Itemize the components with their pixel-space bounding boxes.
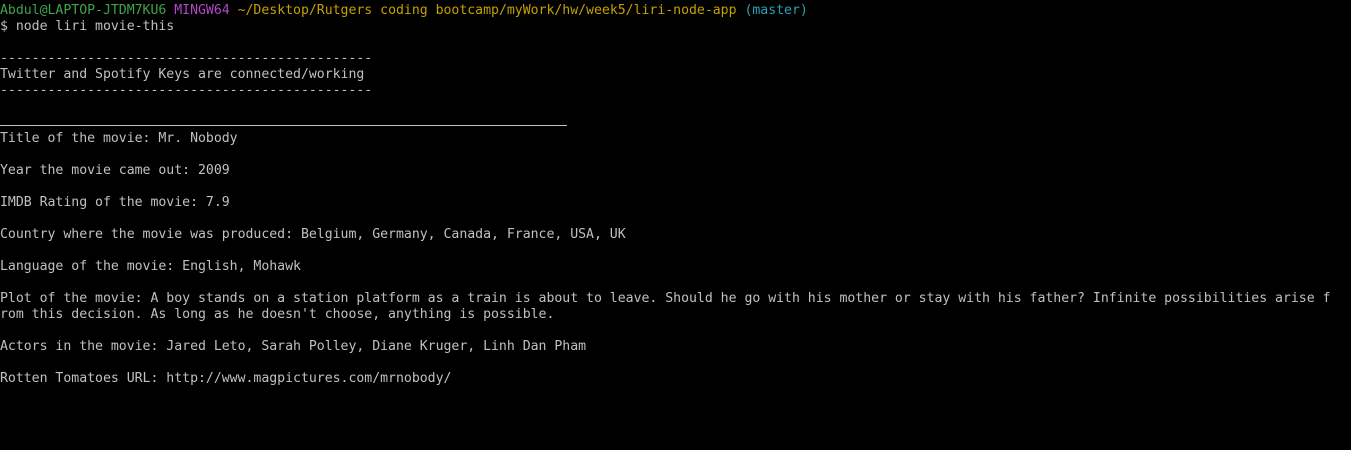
movie-imdb-rating: IMDB Rating of the movie: 7.9 (0, 195, 230, 210)
dash-separator-bottom: ----------------------------------------… (0, 83, 373, 98)
prompt-env: MINGW64 (174, 3, 230, 18)
horizontal-rule (0, 125, 567, 126)
prompt-branch: (master) (744, 3, 808, 18)
command-line: $ node liri movie-this (0, 19, 175, 34)
movie-country: Country where the movie was produced: Be… (0, 227, 626, 242)
movie-title: Title of the movie: Mr. Nobody (0, 131, 238, 146)
dash-separator-top: ----------------------------------------… (0, 51, 373, 66)
prompt-path: ~/Desktop/Rutgers coding bootcamp/myWork… (237, 3, 737, 18)
prompt-line: Abdul@LAPTOP-JTDM7KU6 MINGW64 ~/Desktop/… (0, 3, 1351, 19)
movie-actors: Actors in the movie: Jared Leto, Sarah P… (0, 339, 587, 354)
terminal-window[interactable]: Abdul@LAPTOP-JTDM7KU6 MINGW64 ~/Desktop/… (0, 0, 1351, 450)
prompt-user-host: Abdul@LAPTOP-JTDM7KU6 (0, 3, 167, 18)
keys-message: Twitter and Spotify Keys are connected/w… (0, 67, 365, 82)
movie-plot-line-2: rom this decision. As long as he doesn't… (0, 307, 555, 322)
movie-language: Language of the movie: English, Mohawk (0, 259, 301, 274)
movie-plot-line-1: Plot of the movie: A boy stands on a sta… (0, 291, 1331, 306)
movie-year: Year the movie came out: 2009 (0, 163, 230, 178)
movie-rotten-tomatoes-url: Rotten Tomatoes URL: http://www.magpictu… (0, 371, 452, 386)
